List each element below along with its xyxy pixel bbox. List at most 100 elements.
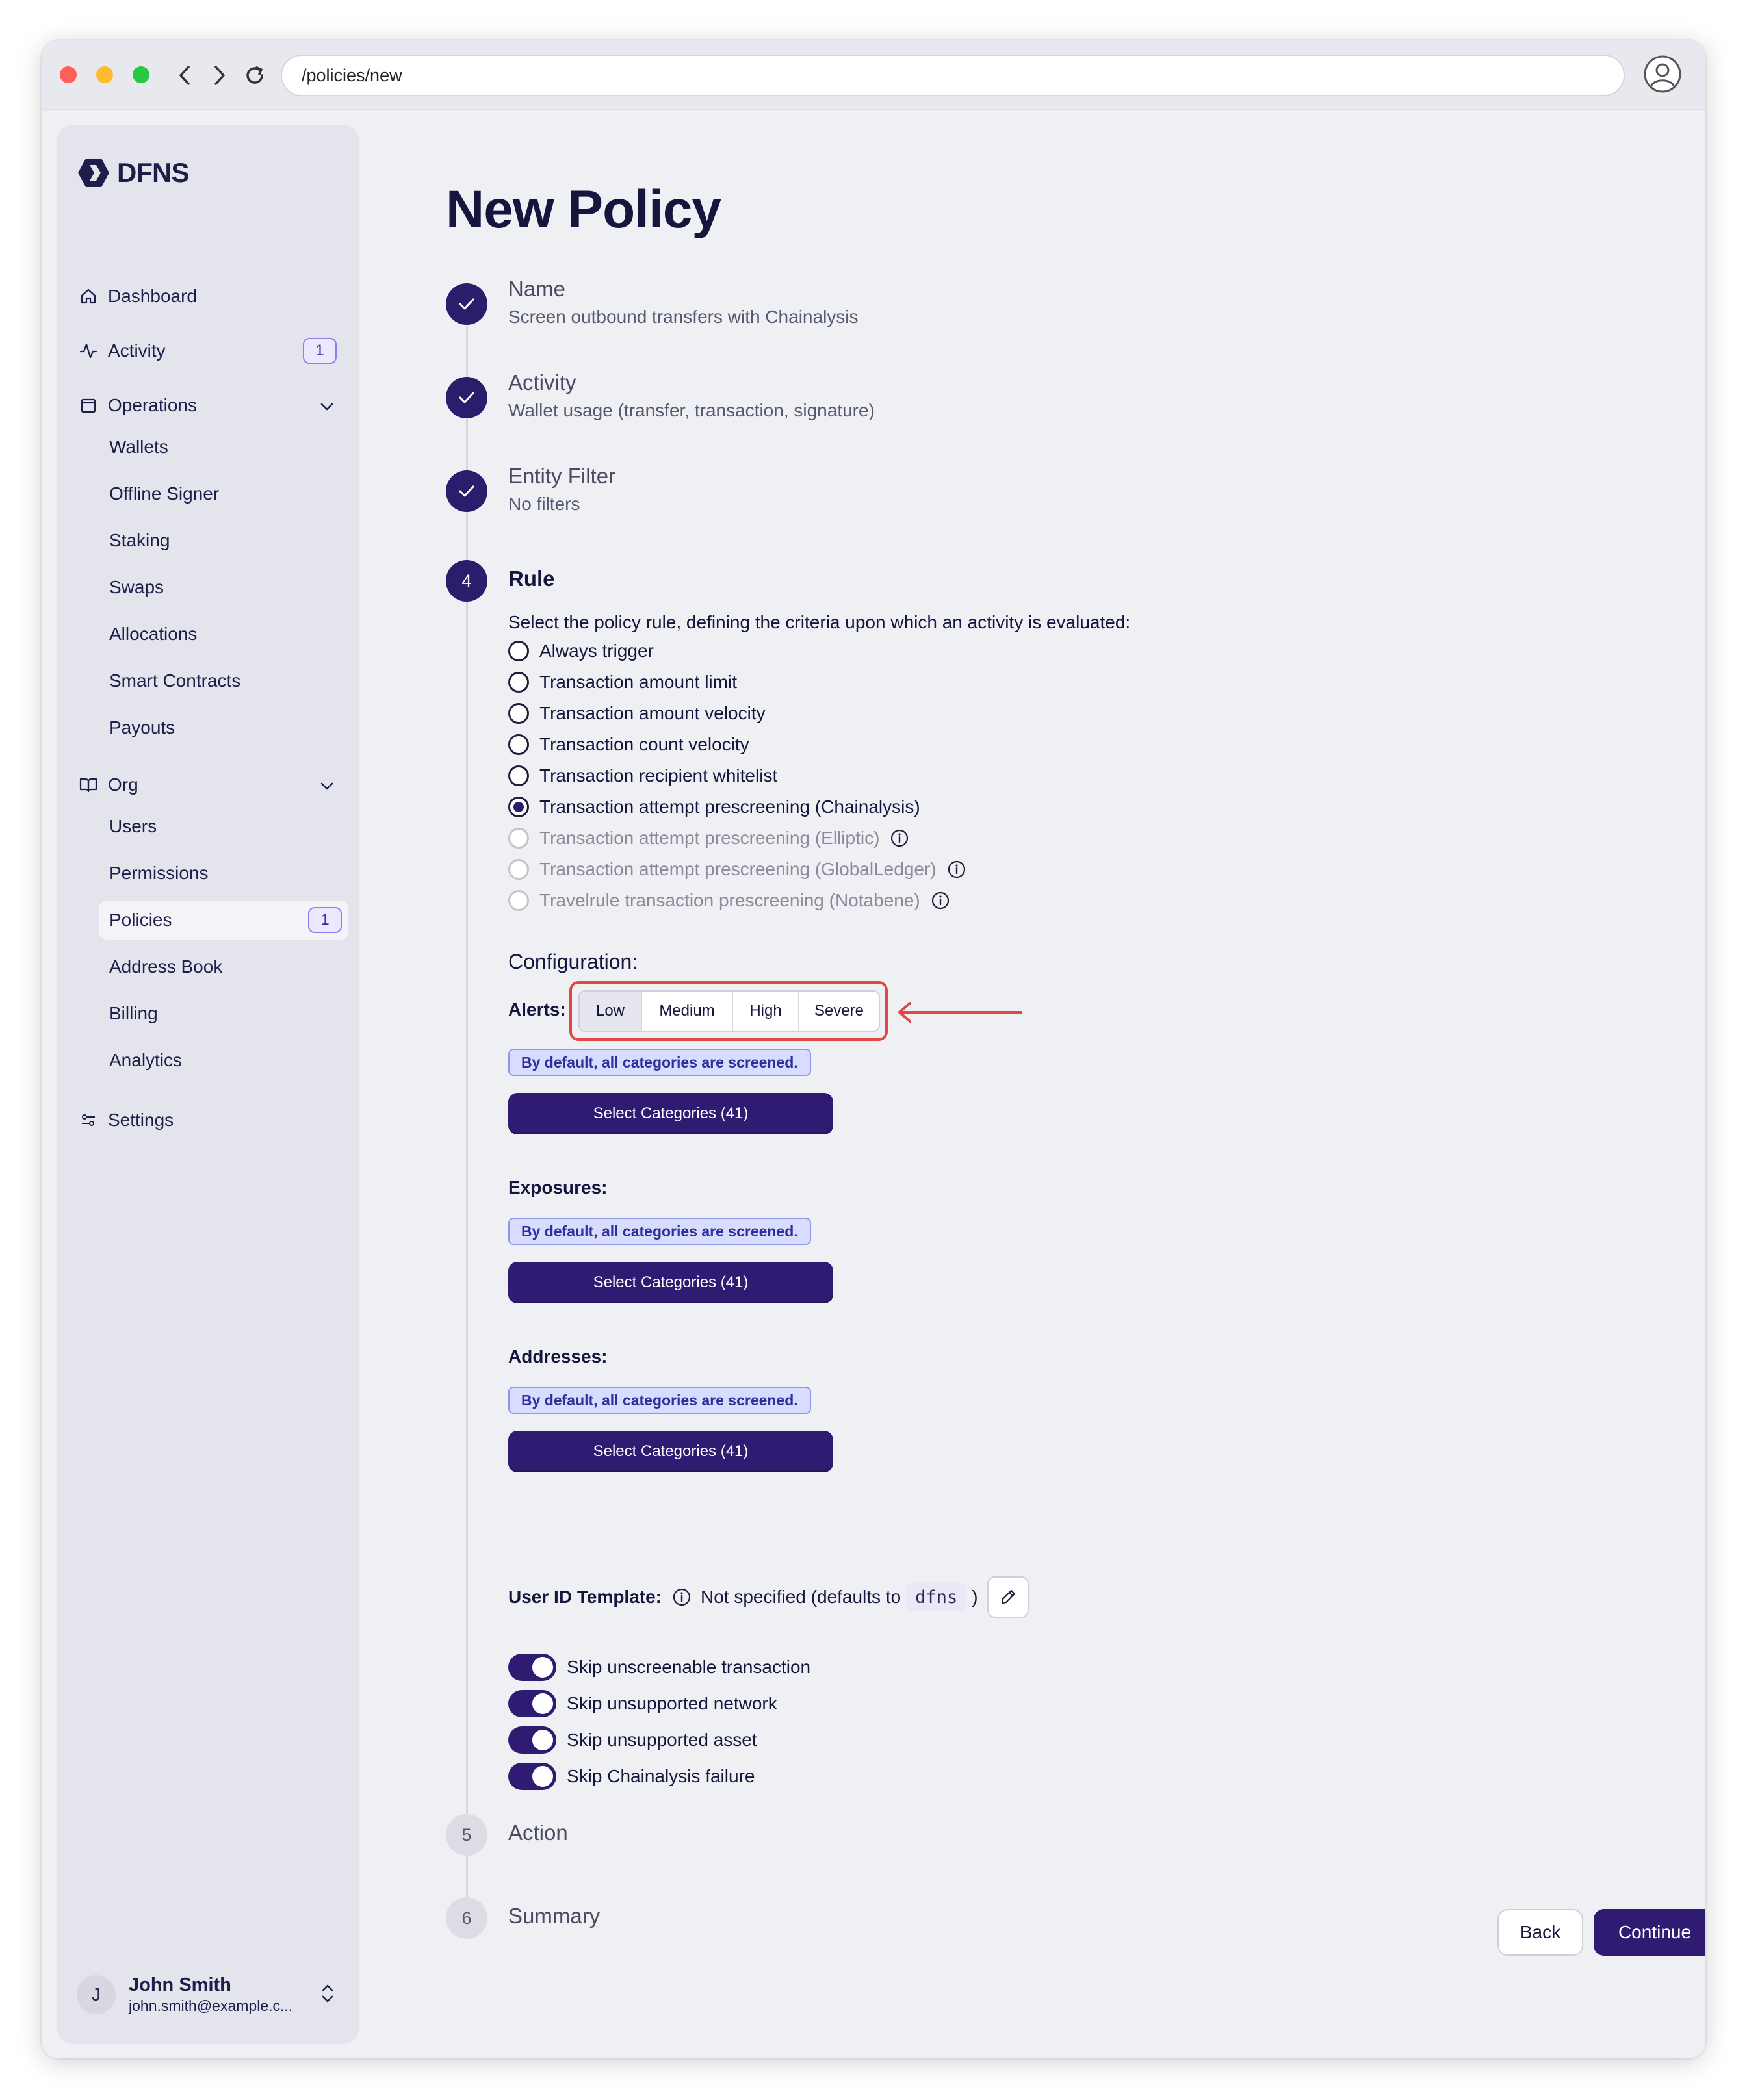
skip-unsupported-network-toggle[interactable]	[508, 1690, 556, 1717]
step-entity-filter-title[interactable]: Entity Filter	[508, 464, 615, 489]
chevron-down-icon[interactable]	[320, 775, 334, 795]
rule-option-always-trigger[interactable]: Always trigger	[508, 638, 654, 664]
sidebar-item-analytics[interactable]: Analytics	[73, 1041, 343, 1080]
rule-option-count-velocity[interactable]: Transaction count velocity	[508, 732, 749, 758]
sidebar-item-label: Permissions	[109, 863, 209, 883]
sidebar-item-permissions[interactable]: Permissions	[73, 854, 343, 893]
chevron-down-icon[interactable]	[320, 395, 334, 416]
info-icon[interactable]	[931, 891, 950, 910]
alert-level-medium[interactable]: Medium	[642, 992, 733, 1031]
step-1-complete-check-icon	[446, 283, 487, 325]
exposures-select-categories-button[interactable]: Select Categories (41)	[508, 1262, 833, 1303]
step-5-number: 5	[446, 1814, 487, 1856]
sidebar-item-label: Billing	[109, 1003, 158, 1023]
step-activity-subtitle: Wallet usage (transfer, transaction, sig…	[508, 400, 875, 420]
alerts-default-note: By default, all categories are screened.	[508, 1049, 811, 1076]
alerts-select-categories-button[interactable]: Select Categories (41)	[508, 1093, 833, 1134]
sidebar-item-allocations[interactable]: Allocations	[73, 615, 343, 654]
sidebar-item-label: Smart Contracts	[109, 671, 241, 691]
sidebar-item-offline-signer[interactable]: Offline Signer	[73, 474, 343, 513]
sidebar-item-org[interactable]: Org	[73, 765, 343, 804]
browser-window: /policies/new DFNS Dashboard Activity 1 …	[42, 40, 1705, 2058]
back-button[interactable]: Back	[1497, 1909, 1583, 1956]
sidebar-item-users[interactable]: Users	[73, 807, 343, 846]
rule-option-chainalysis[interactable]: Transaction attempt prescreening (Chaina…	[508, 794, 920, 820]
radio-label: Transaction amount limit	[539, 672, 737, 692]
dfns-logo-icon	[78, 159, 109, 187]
radio-button[interactable]	[508, 641, 529, 661]
toggle-row-asset: Skip unsupported asset	[508, 1726, 757, 1754]
sidebar-item-swaps[interactable]: Swaps	[73, 568, 343, 607]
alert-level-low[interactable]: Low	[580, 992, 642, 1031]
user-menu[interactable]: J John Smith john.smith@example.c...	[77, 1967, 343, 2022]
info-icon[interactable]	[890, 828, 909, 848]
alert-level-high[interactable]: High	[733, 992, 799, 1031]
radio-button[interactable]	[508, 703, 529, 724]
step-name-title[interactable]: Name	[508, 277, 565, 301]
radio-button[interactable]	[508, 734, 529, 755]
radio-button-disabled	[508, 890, 529, 911]
addresses-label: Addresses:	[508, 1346, 608, 1366]
minimize-window-button[interactable]	[96, 66, 113, 83]
user-id-template-value: Not specified (defaults to	[701, 1587, 901, 1607]
maximize-window-button[interactable]	[133, 66, 149, 83]
book-icon	[75, 772, 101, 798]
skip-unsupported-asset-toggle[interactable]	[508, 1726, 556, 1754]
toggle-label: Skip unscreenable transaction	[567, 1657, 811, 1677]
step-6-number: 6	[446, 1897, 487, 1939]
sidebar-item-dashboard[interactable]: Dashboard	[73, 277, 343, 316]
sidebar-item-label: Org	[108, 775, 138, 795]
sidebar-item-payouts[interactable]: Payouts	[73, 708, 343, 747]
toggle-row-network: Skip unsupported network	[508, 1689, 777, 1718]
user-info: John Smith john.smith@example.c...	[129, 1975, 320, 2015]
sidebar-item-label: Allocations	[109, 624, 198, 644]
skip-chainalysis-failure-toggle[interactable]	[508, 1763, 556, 1790]
sidebar-item-wallets[interactable]: Wallets	[73, 428, 343, 467]
skip-unscreenable-toggle[interactable]	[508, 1654, 556, 1681]
rule-option-amount-velocity[interactable]: Transaction amount velocity	[508, 700, 766, 726]
operations-icon	[75, 392, 101, 418]
radio-label: Transaction attempt prescreening (Ellipt…	[539, 828, 880, 848]
sidebar-item-billing[interactable]: Billing	[73, 994, 343, 1033]
chevron-up-down-icon[interactable]	[320, 1983, 339, 2007]
radio-button-selected[interactable]	[508, 797, 529, 817]
rule-option-recipient-whitelist[interactable]: Transaction recipient whitelist	[508, 763, 777, 789]
configuration-heading: Configuration:	[508, 950, 638, 973]
toggle-row-chainalysis-failure: Skip Chainalysis failure	[508, 1762, 755, 1791]
pencil-icon[interactable]	[987, 1576, 1029, 1618]
close-window-button[interactable]	[60, 66, 77, 83]
sidebar-item-settings[interactable]: Settings	[73, 1101, 343, 1140]
radio-button[interactable]	[508, 765, 529, 786]
step-activity-title[interactable]: Activity	[508, 370, 576, 395]
url-bar[interactable]: /policies/new	[281, 55, 1625, 96]
info-icon[interactable]	[947, 860, 966, 879]
radio-label: Transaction amount velocity	[539, 703, 766, 723]
alert-level-severe[interactable]: Severe	[799, 992, 879, 1031]
radio-label: Transaction count velocity	[539, 734, 749, 754]
sidebar-item-policies[interactable]: Policies 1	[99, 901, 348, 940]
sidebar-item-operations[interactable]: Operations	[73, 386, 343, 425]
back-arrow-icon[interactable]	[169, 58, 200, 92]
toggle-row-unscreenable: Skip unscreenable transaction	[508, 1653, 810, 1682]
account-icon[interactable]	[1643, 55, 1682, 94]
rule-option-notabene: Travelrule transaction prescreening (Not…	[508, 888, 950, 914]
user-name: John Smith	[129, 1975, 231, 1995]
info-icon[interactable]	[672, 1587, 692, 1607]
toggle-label: Skip unsupported asset	[567, 1730, 757, 1750]
dfns-logo[interactable]: DFNS	[77, 157, 189, 188]
addresses-select-categories-button[interactable]: Select Categories (41)	[508, 1431, 833, 1472]
sidebar-item-label: Swaps	[109, 577, 164, 597]
sidebar-item-smart-contracts[interactable]: Smart Contracts	[73, 661, 343, 700]
sidebar-item-address-book[interactable]: Address Book	[73, 947, 343, 986]
alerts-label: Alerts:	[508, 999, 566, 1019]
browser-toolbar: /policies/new	[42, 40, 1705, 110]
sidebar-item-activity[interactable]: Activity 1	[73, 331, 343, 370]
sidebar-item-staking[interactable]: Staking	[73, 521, 343, 560]
continue-button[interactable]: Continue	[1594, 1909, 1705, 1956]
radio-button[interactable]	[508, 672, 529, 693]
radio-button-disabled	[508, 828, 529, 849]
reload-icon[interactable]	[239, 58, 270, 92]
radio-button-disabled	[508, 859, 529, 880]
forward-arrow-icon[interactable]	[204, 58, 235, 92]
rule-option-amount-limit[interactable]: Transaction amount limit	[508, 669, 737, 695]
